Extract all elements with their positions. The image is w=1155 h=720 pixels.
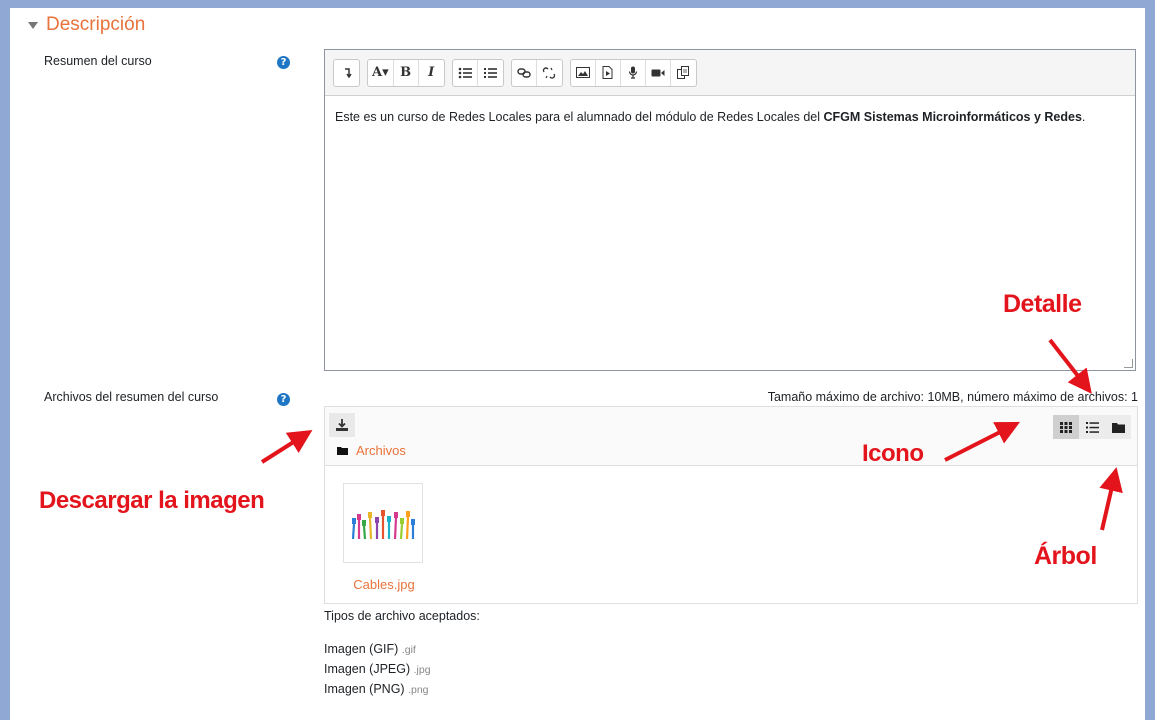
annotation-tree: Árbol: [1034, 542, 1097, 570]
unordered-list-button[interactable]: [453, 59, 478, 86]
view-tree-button[interactable]: [1105, 415, 1131, 439]
annotation-detail: Detalle: [1003, 290, 1082, 318]
editor-toolbar: A▾ B I: [325, 50, 1135, 96]
view-toggle-group: [1053, 415, 1131, 439]
copy-icon: [676, 66, 689, 79]
ordered-list-icon: [484, 67, 498, 78]
unlink-icon: [542, 66, 556, 79]
image-button[interactable]: [571, 59, 596, 86]
breadcrumb-folder[interactable]: Archivos: [356, 443, 406, 458]
media-icon: [602, 66, 613, 79]
file-item[interactable]: Cables.jpg: [343, 483, 425, 592]
grid-icon: [1060, 421, 1072, 433]
folder-tree-icon: [1111, 422, 1125, 433]
video-camera-icon: [651, 69, 665, 76]
bold-button[interactable]: B: [394, 59, 419, 86]
unlink-button[interactable]: [537, 60, 562, 86]
files-limits: Tamaño máximo de archivo: 10MB, número m…: [767, 390, 1138, 404]
record-audio-button[interactable]: [621, 59, 646, 86]
accepted-type-jpeg: Imagen (JPEG) .jpg: [324, 662, 431, 676]
files-label: Archivos del resumen del curso: [44, 390, 219, 404]
link-icon: [516, 67, 531, 78]
collapse-icon: [344, 67, 352, 78]
image-icon: [575, 67, 590, 78]
type-ext: .gif: [401, 644, 416, 656]
view-icons-button[interactable]: [1053, 415, 1079, 439]
summary-help-icon[interactable]: ?: [277, 56, 290, 69]
editor-text-bold: CFGM Sistemas Microinformáticos y Redes: [823, 110, 1082, 124]
folder-icon: [337, 447, 348, 455]
cables-thumbnail-image: [351, 510, 415, 540]
type-name: Imagen (GIF): [324, 642, 399, 656]
editor-text-end: .: [1081, 110, 1086, 124]
file-name-link[interactable]: Cables.jpg: [343, 577, 425, 592]
editor-content[interactable]: Este es un curso de Redes Locales para e…: [325, 96, 1135, 138]
editor-text-plain: Este es un curso de Redes Locales para e…: [335, 110, 824, 124]
files-help-icon[interactable]: ?: [277, 393, 290, 406]
resize-handle[interactable]: [1124, 359, 1133, 368]
link-button[interactable]: [512, 59, 537, 86]
summary-editor[interactable]: A▾ B I Este es un curso de Redes Locales…: [324, 49, 1136, 371]
accepted-type-png: Imagen (PNG) .png: [324, 682, 429, 696]
type-name: Imagen (PNG): [324, 682, 405, 696]
type-ext: .jpg: [413, 664, 431, 676]
file-manager-toolbar: Archivos: [325, 407, 1137, 466]
ordered-list-button[interactable]: [478, 60, 503, 86]
unordered-list-icon: [458, 67, 472, 78]
microphone-icon: [628, 66, 637, 79]
accepted-types-title: Tipos de archivo aceptados:: [324, 609, 480, 623]
manage-files-button[interactable]: [671, 60, 696, 86]
italic-button[interactable]: I: [419, 60, 444, 86]
collapse-toolbar-button[interactable]: [334, 60, 359, 86]
collapse-caret-icon[interactable]: [28, 21, 38, 29]
media-button[interactable]: [596, 59, 621, 86]
summary-label: Resumen del curso: [44, 54, 152, 68]
view-details-button[interactable]: [1079, 415, 1105, 439]
file-manager: Archivos Cables.jpg: [324, 406, 1138, 604]
type-ext: .png: [408, 684, 429, 696]
section-title: Descripción: [46, 14, 146, 35]
list-icon: [1085, 421, 1099, 433]
annotation-icon: Icono: [862, 440, 924, 467]
download-icon: [336, 419, 348, 431]
annotation-download: Descargar la imagen: [39, 487, 265, 514]
section-header[interactable]: Descripción: [28, 14, 145, 36]
font-style-button[interactable]: A▾: [368, 59, 394, 86]
breadcrumb[interactable]: Archivos: [337, 443, 406, 458]
download-button[interactable]: [329, 413, 355, 437]
accepted-type-gif: Imagen (GIF) .gif: [324, 642, 416, 656]
record-video-button[interactable]: [646, 59, 671, 86]
arrow-to-download: [260, 430, 313, 464]
file-thumbnail[interactable]: [343, 483, 423, 563]
type-name: Imagen (JPEG): [324, 662, 411, 676]
